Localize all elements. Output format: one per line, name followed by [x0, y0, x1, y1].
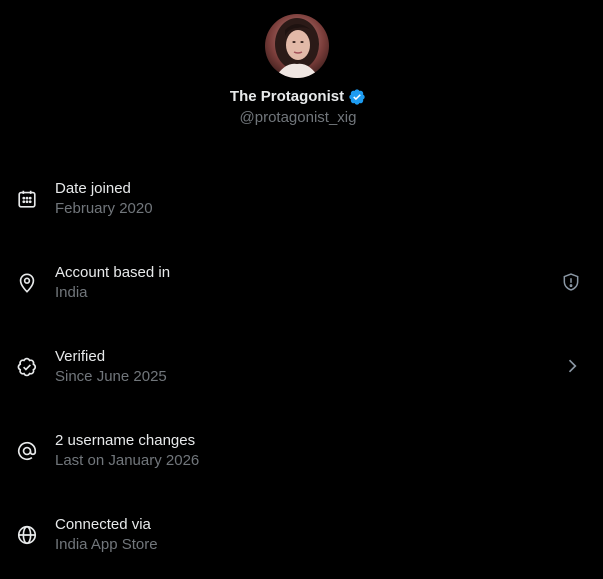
location-pin-icon [16, 272, 38, 294]
info-title: Connected via [55, 516, 151, 533]
verified-badge-icon[interactable] [348, 88, 366, 106]
list-item-connected-via: Connected via India App Store [0, 494, 603, 578]
info-title: Account based in [55, 264, 171, 281]
list-item-username-changes: 2 username changes Last on January 2026 [0, 410, 603, 494]
info-subtitle: February 2020 [55, 200, 153, 217]
info-text: Date joined February 2020 [55, 179, 153, 219]
chevron-right-icon[interactable] [562, 356, 582, 376]
info-subtitle: India [55, 284, 88, 301]
avatar-image [265, 14, 329, 78]
info-title: Date joined [55, 180, 131, 197]
list-item-date-joined: Date joined February 2020 [0, 158, 603, 242]
account-details-list: Date joined February 2020 Account based … [0, 158, 603, 578]
info-text: Account based in India [55, 263, 170, 303]
info-title: 2 username changes [55, 432, 196, 449]
info-text: Connected via India App Store [55, 515, 158, 555]
info-text: 2 username changes Last on January 2026 [55, 431, 199, 471]
handle: @protagonist_xig [239, 109, 357, 126]
info-subtitle: Since June 2025 [55, 368, 167, 385]
calendar-icon [16, 188, 38, 210]
info-text: Verified Since June 2025 [55, 347, 167, 387]
list-item-verified[interactable]: Verified Since June 2025 [0, 326, 603, 410]
name-row: The Protagonist [0, 86, 596, 108]
info-subtitle: Last on January 2026 [55, 452, 200, 469]
verified-check-icon [16, 356, 38, 378]
avatar[interactable] [265, 14, 329, 78]
list-item-account-based-in: Account based in India [0, 242, 603, 326]
shield-alert-icon[interactable] [561, 272, 581, 292]
info-subtitle: India App Store [55, 536, 158, 553]
display-name: The Protagonist [229, 88, 345, 105]
globe-icon [16, 524, 38, 546]
info-title: Verified [55, 348, 106, 365]
at-sign-icon [16, 440, 38, 462]
